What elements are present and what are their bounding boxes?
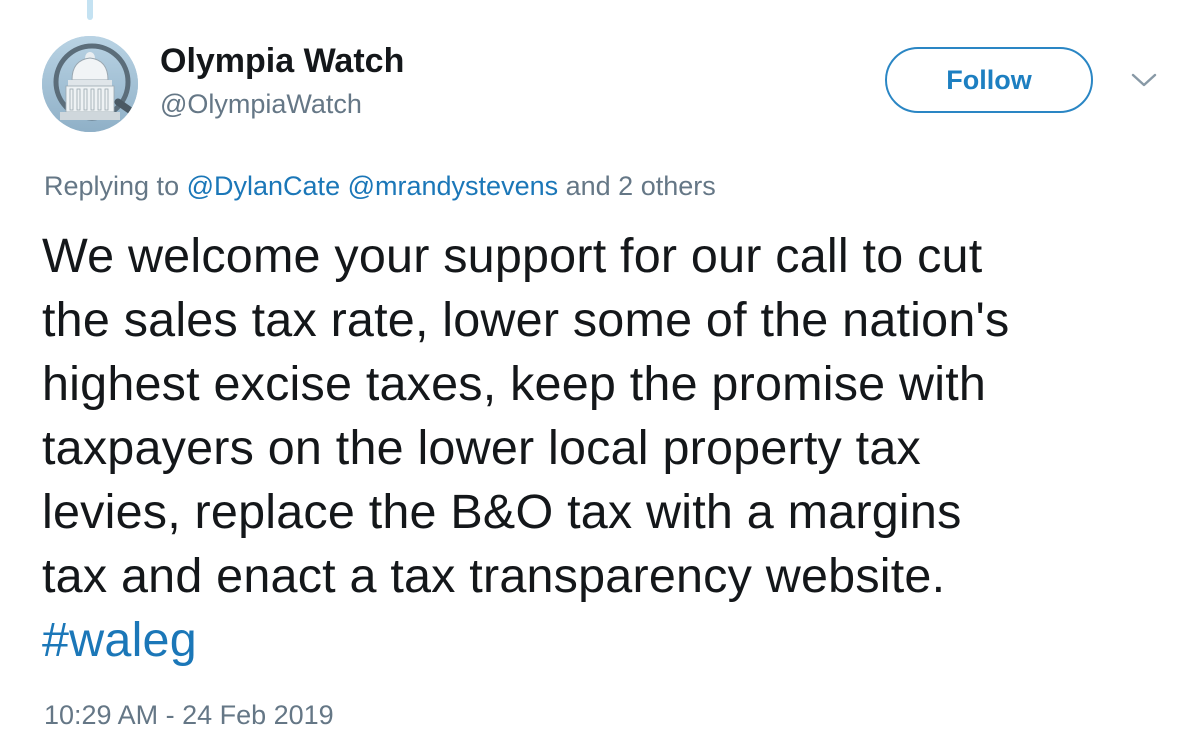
tweet-timestamp[interactable]: 10:29 AM - 24 Feb 2019 bbox=[44, 700, 334, 731]
hashtag-link[interactable]: #waleg bbox=[42, 608, 1172, 672]
reply-context-prefix: Replying to bbox=[44, 171, 180, 201]
tweet-text-line: levies, replace the B&O tax with a margi… bbox=[42, 485, 962, 539]
author-handle[interactable]: @OlympiaWatch bbox=[160, 89, 362, 120]
tweet-text-line: highest excise taxes, keep the promise w… bbox=[42, 357, 987, 411]
author-display-name[interactable]: Olympia Watch bbox=[160, 42, 404, 81]
tweet-card: Olympia Watch @OlympiaWatch Follow Reply… bbox=[0, 0, 1196, 752]
avatar[interactable] bbox=[42, 36, 138, 132]
capitol-dome-avatar bbox=[42, 36, 138, 132]
follow-button[interactable]: Follow bbox=[885, 47, 1093, 113]
mention-link[interactable]: @DylanCate bbox=[187, 171, 340, 201]
mention-link[interactable]: @mrandystevens bbox=[348, 171, 559, 201]
tweet-text-line: We welcome your support for our call to … bbox=[42, 229, 983, 283]
tweet-text-line: the sales tax rate, lower some of the na… bbox=[42, 293, 1010, 347]
tweet-text: We welcome your support for our call to … bbox=[42, 224, 1172, 672]
chevron-down-icon[interactable] bbox=[1131, 72, 1157, 88]
tweet-text-line: taxpayers on the lower local property ta… bbox=[42, 421, 921, 475]
reply-context-others[interactable]: and 2 others bbox=[566, 171, 716, 201]
tweet-text-line: tax and enact a tax transparency website… bbox=[42, 549, 946, 603]
thread-connector-line bbox=[87, 0, 93, 20]
reply-context: Replying to @DylanCate @mrandystevens an… bbox=[44, 171, 716, 202]
